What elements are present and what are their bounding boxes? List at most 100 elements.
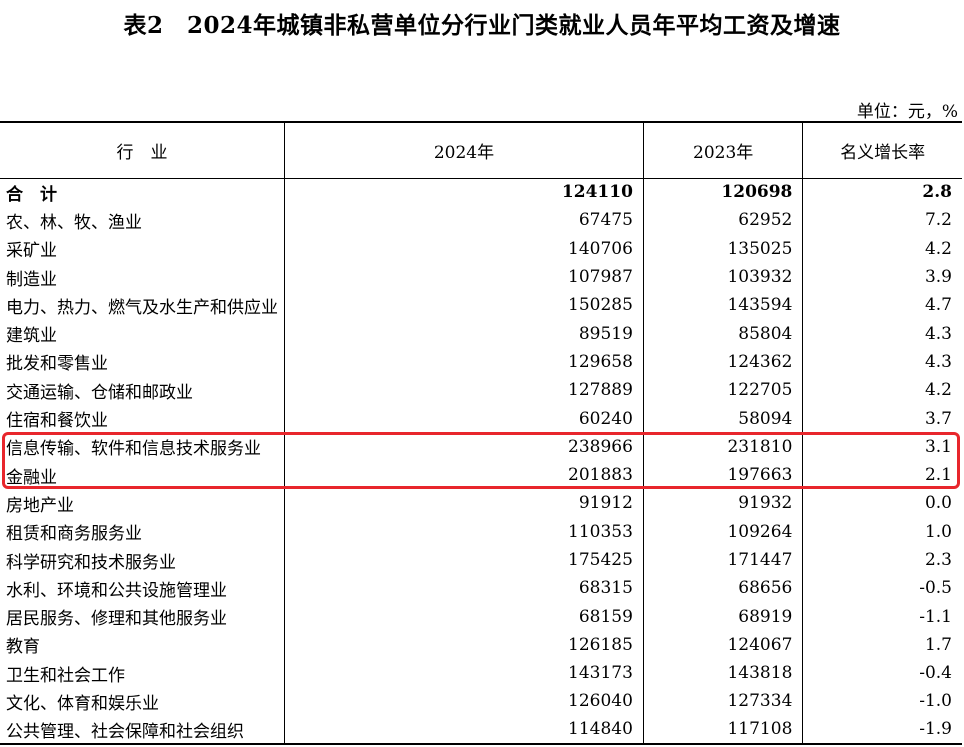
industry-cell: 卫生和社会工作 (6, 665, 125, 686)
growth-cell: 4.7 (802, 291, 962, 320)
table-row: 文化、体育和娱乐业 126040 127334 -1.0 (0, 687, 962, 716)
value-2023-cell: 124362 (642, 347, 803, 377)
table-row: 制造业 107987 103932 3.9 (0, 262, 962, 292)
value-2024-cell: 238966 (284, 432, 644, 461)
industry-cell: 租赁和商务服务业 (6, 524, 142, 545)
growth-cell: 4.3 (802, 347, 962, 377)
value-2023-cell: 62952 (642, 206, 803, 235)
growth-cell: -0.4 (802, 659, 962, 688)
wage-table: 行 业 2024年 2023年 名义增长率 合 计 124110 120698 2.8… (0, 121, 962, 745)
value-2024-cell: 201883 (284, 460, 644, 490)
value-2024-cell: 89519 (284, 319, 644, 348)
table-row: 建筑业 89519 85804 4.3 (0, 319, 962, 348)
value-2024-cell: 67475 (284, 206, 644, 235)
header-2024: 2024年 (284, 121, 644, 179)
table-row: 批发和零售业 129658 124362 4.3 (0, 347, 962, 377)
value-2023-cell: 109264 (642, 517, 803, 546)
industry-cell: 电力、热力、燃气及水生产和供应业 (6, 297, 278, 318)
industry-cell: 文化、体育和娱乐业 (6, 693, 159, 714)
industry-cell: 采矿业 (6, 241, 57, 262)
value-2024-cell: 91912 (284, 489, 644, 518)
table-row: 水利、环境和公共设施管理业 68315 68656 -0.5 (0, 574, 962, 603)
value-2023-cell: 85804 (642, 319, 803, 348)
growth-cell: -1.9 (802, 715, 962, 745)
table-row: 电力、热力、燃气及水生产和供应业 150285 143594 4.7 (0, 291, 962, 320)
value-2024-cell: 124110 (284, 178, 644, 207)
industry-cell: 住宿和餐饮业 (6, 411, 108, 432)
industry-cell: 金融业 (6, 467, 57, 488)
growth-cell: 4.3 (802, 319, 962, 348)
value-2023-cell: 58094 (642, 404, 803, 433)
value-2024-cell: 68315 (284, 574, 644, 603)
value-2024-cell: 150285 (284, 291, 644, 320)
header-growth: 名义增长率 (802, 121, 962, 179)
value-2024-cell: 114840 (284, 715, 644, 745)
value-2023-cell: 103932 (642, 262, 803, 292)
growth-cell: 3.1 (802, 432, 962, 461)
value-2024-cell: 107987 (284, 262, 644, 292)
growth-cell: 7.2 (802, 206, 962, 235)
value-2023-cell: 135025 (642, 234, 803, 263)
growth-cell: 1.0 (802, 517, 962, 546)
value-2024-cell: 60240 (284, 404, 644, 433)
value-2023-cell: 124067 (642, 630, 803, 660)
table-title: 表2 2024年城镇非私营单位分行业门类就业人员年平均工资及增速 (123, 12, 841, 39)
value-2023-cell: 127334 (642, 687, 803, 716)
growth-cell: -0.5 (802, 574, 962, 603)
value-2023-cell: 68656 (642, 574, 803, 603)
value-2023-cell: 120698 (642, 178, 803, 207)
value-2023-cell: 117108 (642, 715, 803, 745)
growth-cell: 2.8 (802, 178, 962, 207)
table-row: 住宿和餐饮业 60240 58094 3.7 (0, 404, 962, 433)
industry-cell: 教育 (6, 637, 40, 658)
value-2024-cell: 127889 (284, 376, 644, 405)
table-row: 金融业 201883 197663 2.1 (0, 460, 962, 490)
value-2023-cell: 143594 (642, 291, 803, 320)
value-2023-cell: 143818 (642, 659, 803, 688)
table-row: 居民服务、修理和其他服务业 68159 68919 -1.1 (0, 602, 962, 631)
growth-cell: 0.0 (802, 489, 962, 518)
industry-cell: 农、林、牧、渔业 (6, 212, 142, 233)
value-2024-cell: 126185 (284, 630, 644, 660)
table-row: 卫生和社会工作 143173 143818 -0.4 (0, 659, 962, 688)
header-2023: 2023年 (642, 121, 803, 179)
industry-cell: 居民服务、修理和其他服务业 (6, 609, 227, 630)
growth-cell: 3.9 (802, 262, 962, 292)
unit-label: 单位：元，% (856, 102, 958, 122)
industry-cell: 交通运输、仓储和邮政业 (6, 382, 193, 403)
table-row: 农、林、牧、渔业 67475 62952 7.2 (0, 206, 962, 235)
table-row: 合 计 124110 120698 2.8 (0, 178, 962, 207)
table-row: 交通运输、仓储和邮政业 127889 122705 4.2 (0, 376, 962, 405)
header-row: 行 业 2024年 2023年 名义增长率 (0, 121, 962, 179)
industry-cell: 科学研究和技术服务业 (6, 552, 176, 573)
growth-cell: 4.2 (802, 376, 962, 405)
industry-cell: 建筑业 (6, 326, 57, 347)
industry-cell: 水利、环境和公共设施管理业 (6, 580, 227, 601)
industry-cell: 批发和零售业 (6, 354, 108, 375)
value-2024-cell: 68159 (284, 602, 644, 631)
industry-cell: 信息传输、软件和信息技术服务业 (6, 439, 261, 460)
industry-cell: 公共管理、社会保障和社会组织 (0, 715, 285, 745)
table-row: 房地产业 91912 91932 0.0 (0, 489, 962, 518)
growth-cell: 2.1 (802, 460, 962, 490)
industry-cell: 合 计 (6, 184, 57, 205)
growth-cell: 1.7 (802, 630, 962, 660)
growth-cell: -1.1 (802, 602, 962, 631)
value-2024-cell: 175425 (284, 545, 644, 575)
value-2023-cell: 197663 (642, 460, 803, 490)
value-2024-cell: 129658 (284, 347, 644, 377)
table-row: 采矿业 140706 135025 4.2 (0, 234, 962, 263)
header-industry: 行 业 (0, 121, 285, 179)
growth-cell: 3.7 (802, 404, 962, 433)
value-2024-cell: 143173 (284, 659, 644, 688)
industry-cell: 房地产业 (6, 495, 74, 516)
table-row: 科学研究和技术服务业 175425 171447 2.3 (0, 545, 962, 575)
value-2024-cell: 140706 (284, 234, 644, 263)
table-row: 租赁和商务服务业 110353 109264 1.0 (0, 517, 962, 546)
table-row: 公共管理、社会保障和社会组织 114840 117108 -1.9 (0, 715, 962, 745)
value-2023-cell: 122705 (642, 376, 803, 405)
growth-cell: 4.2 (802, 234, 962, 263)
value-2023-cell: 68919 (642, 602, 803, 631)
value-2023-cell: 91932 (642, 489, 803, 518)
value-2023-cell: 231810 (642, 432, 803, 461)
